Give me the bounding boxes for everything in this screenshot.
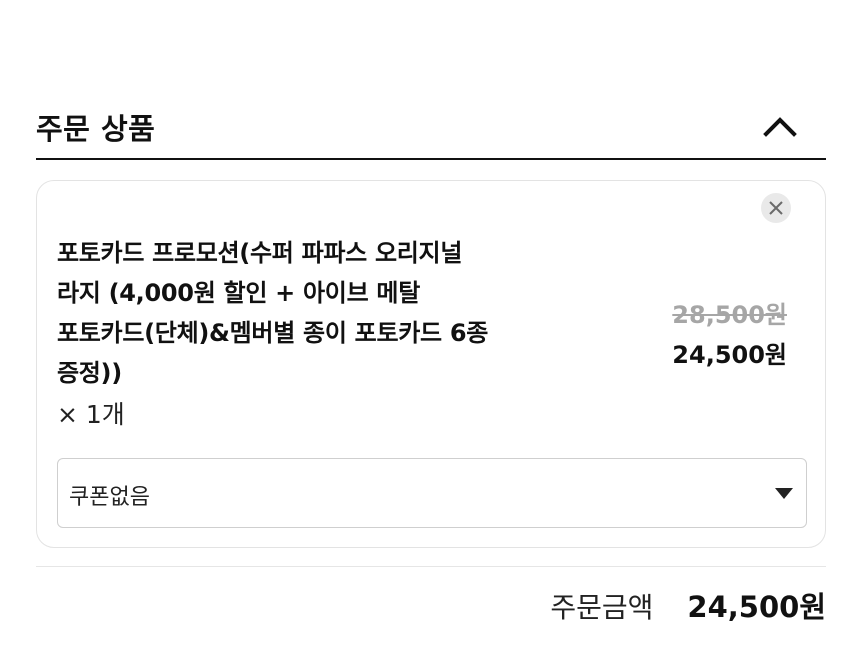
section-header: 주문 상품 [36, 96, 826, 160]
original-price: 28,500원 [672, 301, 787, 329]
coupon-selected-value: 쿠폰없음 [69, 485, 150, 510]
remove-item-button[interactable] [761, 193, 791, 223]
divider [36, 566, 826, 567]
product-quantity: × 1개 [57, 400, 125, 429]
order-total-row: 주문금액 24,500원 [550, 584, 826, 626]
order-item-card: 포토카드 프로모션(수퍼 파파스 오리지널 라지 (4,000원 할인 + 아이… [36, 180, 826, 548]
section-title: 주문 상품 [36, 112, 156, 146]
order-items-section: 주문 상품 포토카드 프로모션(수퍼 파파스 오리지널 라지 (4,000원 할… [36, 0, 826, 672]
sale-price: 24,500원 [672, 341, 787, 369]
collapse-button[interactable] [762, 110, 798, 140]
coupon-select[interactable]: 쿠폰없음 [57, 458, 807, 528]
price-block: 28,500원 24,500원 [672, 295, 787, 375]
close-icon [769, 201, 783, 215]
total-value: 24,500원 [687, 590, 826, 624]
product-name: 포토카드 프로모션(수퍼 파파스 오리지널 라지 (4,000원 할인 + 아이… [57, 239, 489, 387]
chevron-up-icon [763, 117, 797, 137]
total-label: 주문금액 [550, 591, 654, 624]
caret-down-icon [775, 488, 793, 499]
